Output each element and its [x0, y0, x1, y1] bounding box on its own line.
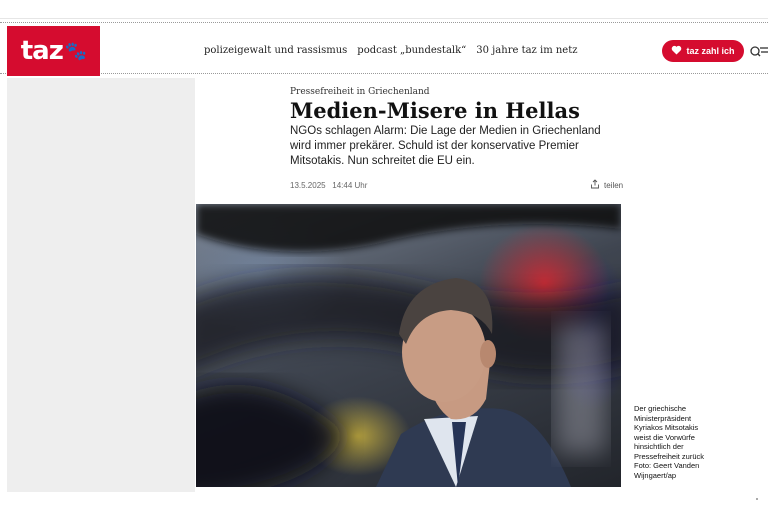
article-meta: 13.5.2025 14:44 Uhr	[290, 181, 367, 190]
nav-links: polizeigewalt und rassismus podcast „bun…	[204, 45, 578, 56]
share-icon	[590, 179, 600, 191]
photo-caption: Der griechische Ministerpräsident Kyriak…	[634, 404, 710, 480]
taz-logo[interactable]: taz 🐾	[7, 26, 100, 76]
logo-text: taz	[20, 36, 64, 66]
photo-credit: Foto: Geert Vanden Wijngaert/ap	[634, 461, 700, 480]
article-time: 14:44 Uhr	[332, 181, 368, 190]
nav-link-podcast[interactable]: podcast „bundestalk“	[357, 45, 466, 56]
article-headline: Medien-Misere in Hellas	[290, 98, 580, 123]
heart-icon	[671, 45, 682, 57]
scroll-indicator-dot	[756, 498, 758, 500]
donate-button[interactable]: taz zahl ich	[662, 40, 744, 62]
nav-link-30-jahre[interactable]: 30 jahre taz im netz	[476, 45, 577, 56]
nav-link-polizeigewalt[interactable]: polizeigewalt und rassismus	[204, 45, 347, 56]
top-divider	[0, 18, 768, 19]
menu-search-icon[interactable]	[749, 41, 768, 61]
caption-text: Der griechische Ministerpräsident Kyriak…	[634, 404, 705, 461]
article-photo	[196, 204, 621, 487]
article-kicker: Pressefreiheit in Griechenland	[290, 87, 430, 97]
article-date: 13.5.2025	[290, 181, 326, 190]
donate-label: taz zahl ich	[686, 46, 735, 56]
left-column-panel	[7, 78, 195, 492]
share-label: teilen	[604, 180, 624, 190]
article-lead: NGOs schlagen Alarm: Die Lage der Medien…	[290, 125, 601, 167]
share-button[interactable]: teilen	[590, 179, 623, 191]
paw-icon: 🐾	[64, 40, 87, 62]
